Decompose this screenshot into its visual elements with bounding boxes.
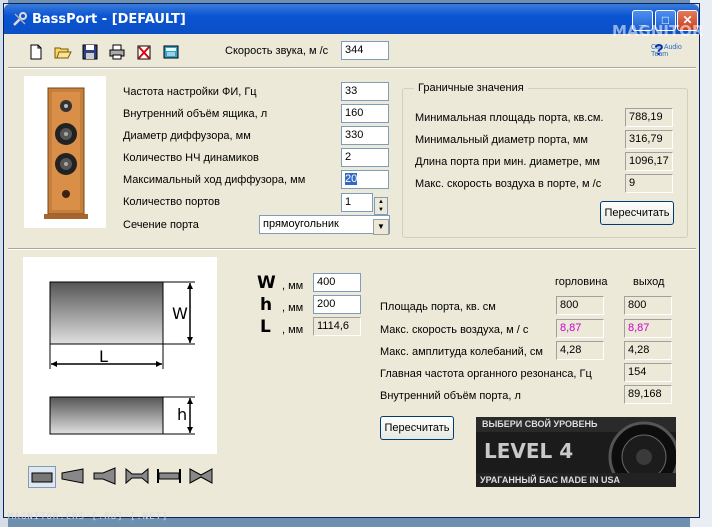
separator-top <box>8 67 696 69</box>
max-excursion-value: 20 <box>345 173 358 185</box>
min-diameter-value: 316,79 <box>625 130 673 149</box>
result-label-amplitude: Макс. амплитуда колебаний, см <box>380 346 543 358</box>
footer-watermark: MAGNITOR.CRS [.RU] [.NET] <box>8 512 169 522</box>
shape-flared-button[interactable] <box>91 466 119 488</box>
port-diagram: W L h <box>23 257 217 454</box>
param-label-port-count: Количество портов <box>123 196 220 208</box>
ad-banner[interactable]: ВЫБЕРИ СВОЙ УРОВЕНЬ LEVEL 4 УРАГАННЫЙ БА… <box>476 417 676 487</box>
box-volume-input[interactable]: 160 <box>341 104 389 123</box>
speaker-image <box>24 76 106 228</box>
diagram-w-label: W <box>172 304 188 323</box>
sound-speed-input[interactable]: 344 <box>341 41 389 60</box>
limit-label-port-length: Длина порта при мин. диаметре, мм <box>415 156 600 168</box>
port-length-value: 1096,17 <box>625 152 673 171</box>
width-input[interactable]: 400 <box>313 273 361 292</box>
shape-flanged-button[interactable] <box>155 466 183 488</box>
amplitude-exit: 4,28 <box>624 341 672 360</box>
driver-count-input[interactable]: 2 <box>341 148 389 167</box>
delete-icon[interactable] <box>135 43 153 61</box>
limits-title: Граничные значения <box>414 82 528 94</box>
results-recalculate-button[interactable]: Пересчитать <box>380 416 454 440</box>
organ-resonance-value: 154 <box>624 363 672 382</box>
port-area-throat: 800 <box>556 296 604 315</box>
port-count-spinner[interactable]: ▲ ▼ <box>374 197 388 215</box>
wrench-icon <box>13 12 27 26</box>
dim-h-letter: h <box>260 295 273 315</box>
chevron-down-icon[interactable]: ▼ <box>373 219 389 235</box>
diagram-h-label: h <box>177 405 188 424</box>
calculator-icon[interactable] <box>162 43 180 61</box>
title-bar[interactable]: BassPort - [DEFAULT] _ □ ✕ MAGNITOR <box>4 4 704 40</box>
param-label-driver-count: Количество НЧ динамиков <box>123 152 259 164</box>
param-label-max-excursion: Максимальный ход диффузора, мм <box>123 174 306 186</box>
param-label-tuning-freq: Частота настройки ФИ, Гц <box>123 86 257 98</box>
port-volume-value: 89,168 <box>624 385 672 404</box>
col-header-throat: горловина <box>555 276 608 288</box>
air-speed-exit: 8,87 <box>624 319 672 338</box>
dim-h-unit: , мм <box>282 302 304 314</box>
save-icon[interactable] <box>81 43 99 61</box>
cone-diameter-input[interactable]: 330 <box>341 126 389 145</box>
new-file-icon[interactable] <box>27 43 45 61</box>
banner-bottom-text: УРАГАННЫЙ БАС MADE IN USA <box>480 475 621 485</box>
col-header-exit: выход <box>633 276 665 288</box>
param-label-cone-diameter: Диаметр диффузора, мм <box>123 130 251 142</box>
shape-rect-button[interactable] <box>28 466 56 488</box>
length-value: 1114,6 <box>313 317 361 336</box>
param-label-box-volume: Внутренний объём ящика, л <box>123 108 268 120</box>
dim-w-letter: W <box>257 273 276 293</box>
dim-l-unit: , мм <box>282 324 304 336</box>
result-label-port-volume: Внутренний объём порта, л <box>380 390 521 402</box>
banner-main-text: LEVEL 4 <box>484 439 574 463</box>
dim-w-unit: , мм <box>282 280 304 292</box>
diagram-l-label: L <box>99 347 108 366</box>
result-label-air-speed: Макс. скорость воздуха, м / с <box>380 324 529 336</box>
shape-bowtie-button[interactable] <box>187 466 215 488</box>
result-label-organ-resonance: Главная частота органного резонанса, Гц <box>380 368 592 380</box>
max-excursion-input[interactable]: 20 <box>341 170 389 189</box>
amplitude-throat: 4,28 <box>556 341 604 360</box>
port-count-input[interactable]: 1 <box>341 193 373 212</box>
air-speed-throat: 8,87 <box>556 319 604 338</box>
port-section-select[interactable]: прямоугольник <box>259 215 390 234</box>
limits-recalculate-button[interactable]: Пересчитать <box>600 201 674 225</box>
shape-cone-button[interactable] <box>59 466 87 488</box>
limit-label-min-area: Минимальная площадь порта, кв.см. <box>415 112 604 124</box>
sound-speed-label: Скорость звука, м /с <box>225 45 329 57</box>
max-air-speed-value: 9 <box>625 174 673 193</box>
open-folder-icon[interactable] <box>54 43 72 61</box>
limit-label-max-air-speed: Макс. скорость воздуха в порте, м /с <box>415 178 602 190</box>
dim-l-letter: L <box>260 317 271 337</box>
banner-top-text: ВЫБЕРИ СВОЙ УРОВЕНЬ <box>482 419 598 429</box>
print-icon[interactable] <box>108 43 126 61</box>
help-icon[interactable]: ? <box>654 42 664 60</box>
min-area-value: 788,19 <box>625 108 673 127</box>
toolbar: Скорость звука, м /с 344 <box>4 36 699 66</box>
main-window: BassPort - [DEFAULT] _ □ ✕ MAGNITOR Скор… <box>3 3 704 518</box>
height-input[interactable]: 200 <box>313 295 361 314</box>
tuning-freq-input[interactable]: 33 <box>341 82 389 101</box>
window-title: BassPort - [DEFAULT] <box>32 12 186 27</box>
port-area-exit: 800 <box>624 296 672 315</box>
param-label-port-section: Сечение порта <box>123 219 199 231</box>
limit-label-min-diameter: Минимальный диаметр порта, мм <box>415 134 588 146</box>
separator-middle <box>8 248 696 250</box>
shape-double-flare-button[interactable] <box>123 466 151 488</box>
result-label-port-area: Площадь порта, кв. см <box>380 301 496 313</box>
